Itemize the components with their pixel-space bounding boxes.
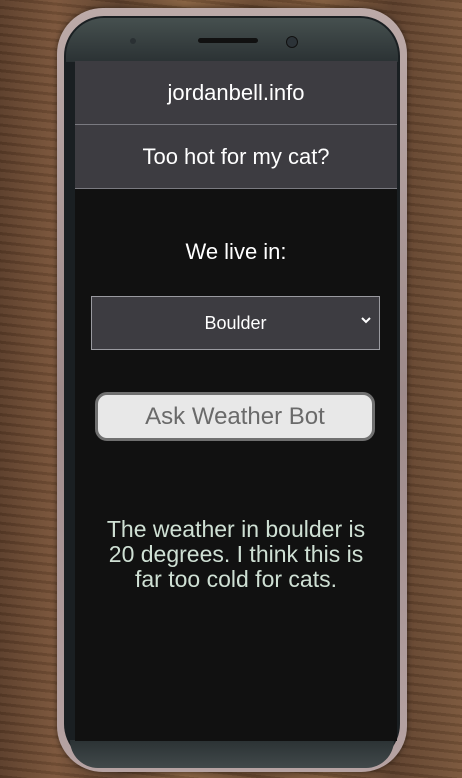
page-heading: Too hot for my cat? (142, 143, 330, 169)
site-title[interactable]: jordanbell.info (168, 80, 305, 106)
earpiece-speaker (198, 38, 258, 43)
location-select-value: Boulder (204, 312, 267, 333)
page-heading-bar: Too hot for my cat? (75, 125, 397, 189)
phone-bottom-bezel (70, 740, 394, 768)
proximity-sensor (130, 38, 136, 44)
location-label: We live in: (185, 239, 287, 264)
chevron-down-icon (361, 317, 371, 324)
location-select[interactable]: Boulder (91, 296, 380, 350)
ask-weather-bot-button[interactable]: Ask Weather Bot (95, 392, 375, 441)
front-camera (286, 36, 298, 48)
weather-result-message: The weather in boulder is 20 degrees. I … (106, 516, 366, 592)
site-header[interactable]: jordanbell.info (75, 61, 397, 125)
phone-screen: jordanbell.info Too hot for my cat? We l… (75, 61, 397, 741)
ask-button-label: Ask Weather Bot (145, 402, 325, 430)
